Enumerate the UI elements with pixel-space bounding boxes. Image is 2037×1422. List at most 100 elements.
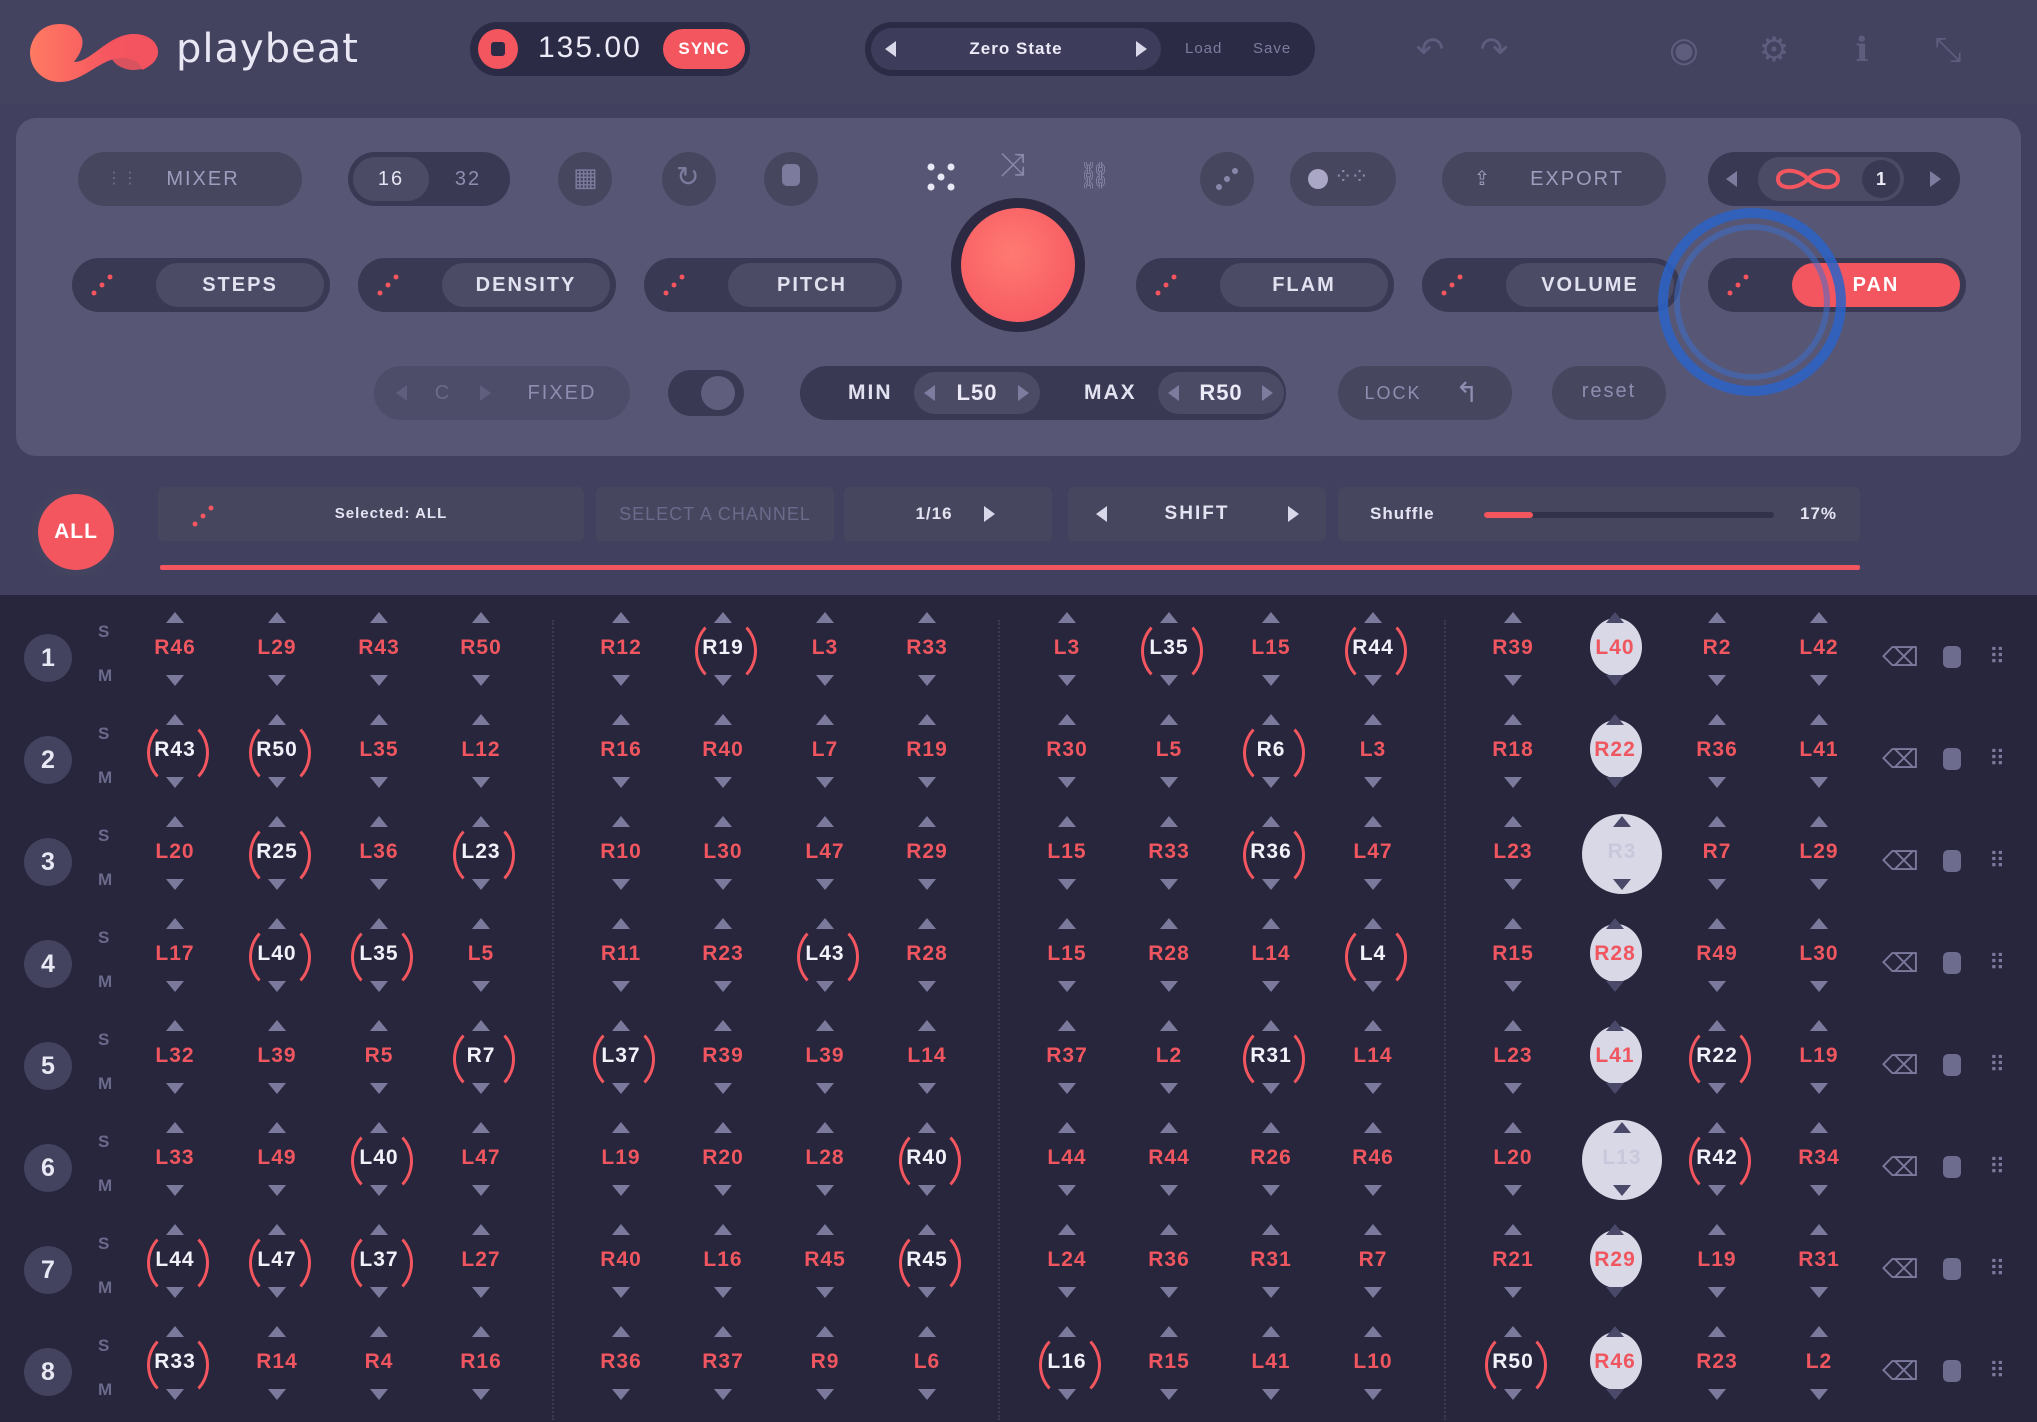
key-prev-icon[interactable]: [396, 385, 407, 401]
step-cell[interactable]: R7: [1684, 816, 1750, 918]
lock-icon[interactable]: [1943, 1258, 1961, 1280]
step-down-icon[interactable]: [1504, 1287, 1522, 1298]
step-cell[interactable]: L15: [1238, 612, 1304, 714]
randomize-icon[interactable]: [1440, 273, 1464, 297]
step-down-icon[interactable]: [1708, 1389, 1726, 1400]
step-up-icon[interactable]: [1262, 1224, 1280, 1235]
lock-icon[interactable]: [1943, 748, 1961, 770]
step-cell[interactable]: R36: [1238, 816, 1305, 918]
step-up-icon[interactable]: [1606, 1326, 1624, 1337]
eraser-icon[interactable]: ⌫: [1882, 744, 1919, 774]
step-cell[interactable]: R36: [588, 1326, 654, 1422]
step-down-icon[interactable]: [268, 777, 286, 788]
step-down-icon[interactable]: [1262, 1185, 1280, 1196]
step-cell[interactable]: L3: [1034, 612, 1100, 714]
infinity-loop-icon[interactable]: [1766, 162, 1850, 196]
step-down-icon[interactable]: [1058, 879, 1076, 890]
step-up-icon[interactable]: [1058, 1122, 1076, 1133]
step-down-icon[interactable]: [1364, 1083, 1382, 1094]
step-up-icon[interactable]: [1810, 1122, 1828, 1133]
step-up-icon[interactable]: [1708, 816, 1726, 827]
step-up-icon[interactable]: [472, 1020, 490, 1031]
lock-icon[interactable]: [1943, 1054, 1961, 1076]
mute-button[interactable]: M: [98, 1380, 112, 1400]
step-cell[interactable]: L49: [244, 1122, 310, 1224]
step-down-icon[interactable]: [1810, 1287, 1828, 1298]
step-up-icon[interactable]: [918, 816, 936, 827]
step-down-icon[interactable]: [166, 1185, 184, 1196]
step-down-icon[interactable]: [1262, 675, 1280, 686]
step-up-icon[interactable]: [1160, 816, 1178, 827]
step-cell[interactable]: L41: [1786, 714, 1852, 816]
step-down-icon[interactable]: [816, 1083, 834, 1094]
step-down-icon[interactable]: [1364, 1287, 1382, 1298]
step-cell[interactable]: R15: [1480, 918, 1546, 1020]
step-up-icon[interactable]: [714, 1224, 732, 1235]
main-randomize-button[interactable]: [961, 208, 1075, 322]
step-down-icon[interactable]: [1606, 777, 1624, 788]
step-down-icon[interactable]: [370, 675, 388, 686]
channel-number[interactable]: 1: [24, 634, 72, 682]
step-down-icon[interactable]: [918, 777, 936, 788]
step-cell[interactable]: R22: [1582, 714, 1648, 816]
step-down-icon[interactable]: [1504, 1083, 1522, 1094]
mixer-button[interactable]: ⋮⋮ MIXER: [78, 152, 302, 206]
step-up-icon[interactable]: [1262, 918, 1280, 929]
step-up-icon[interactable]: [1160, 714, 1178, 725]
step-up-icon[interactable]: [370, 918, 388, 929]
step-up-icon[interactable]: [1262, 612, 1280, 623]
step-cell[interactable]: R50: [1480, 1326, 1547, 1422]
step-cell[interactable]: R29: [1582, 1224, 1648, 1326]
mute-button[interactable]: M: [98, 972, 112, 992]
step-cell[interactable]: L6: [894, 1326, 960, 1422]
step-cell[interactable]: L14: [894, 1020, 960, 1122]
step-down-icon[interactable]: [918, 1083, 936, 1094]
step-down-icon[interactable]: [918, 879, 936, 890]
solo-button[interactable]: S: [98, 1336, 109, 1356]
save-button[interactable]: Save: [1253, 22, 1291, 76]
key-value[interactable]: C: [430, 382, 456, 405]
scatter-button[interactable]: [1200, 152, 1254, 206]
step-down-icon[interactable]: [1262, 1083, 1280, 1094]
step-cell[interactable]: L14: [1238, 918, 1304, 1020]
drag-handle-icon[interactable]: ⠿: [1982, 846, 2012, 876]
undo-icon[interactable]: ↶: [1408, 28, 1452, 72]
step-down-icon[interactable]: [1364, 675, 1382, 686]
step-down-icon[interactable]: [1504, 1389, 1522, 1400]
step-down-icon[interactable]: [714, 981, 732, 992]
step-cell[interactable]: R14: [244, 1326, 310, 1422]
step-down-icon[interactable]: [166, 777, 184, 788]
key-next-icon[interactable]: [480, 385, 491, 401]
step-up-icon[interactable]: [268, 1326, 286, 1337]
step-up-icon[interactable]: [1058, 1326, 1076, 1337]
step-cell[interactable]: L20: [142, 816, 208, 918]
step-up-icon[interactable]: [612, 1122, 630, 1133]
step-cell[interactable]: L20: [1480, 1122, 1546, 1224]
step-down-icon[interactable]: [612, 1083, 630, 1094]
step-cell[interactable]: L43: [792, 918, 859, 1020]
step-cell[interactable]: L37: [346, 1224, 413, 1326]
step-up-icon[interactable]: [1058, 918, 1076, 929]
step-down-icon[interactable]: [370, 981, 388, 992]
preset-name[interactable]: Zero State: [871, 28, 1161, 70]
step-down-icon[interactable]: [1364, 981, 1382, 992]
step-down-icon[interactable]: [1058, 1287, 1076, 1298]
solo-button[interactable]: S: [98, 826, 109, 846]
step-up-icon[interactable]: [1364, 1020, 1382, 1031]
step-cell[interactable]: L16: [1034, 1326, 1101, 1422]
step-up-icon[interactable]: [1504, 612, 1522, 623]
step-cell[interactable]: R16: [588, 714, 654, 816]
channel-number[interactable]: 4: [24, 940, 72, 988]
step-up-icon[interactable]: [472, 612, 490, 623]
step-cell[interactable]: L19: [1786, 1020, 1852, 1122]
step-up-icon[interactable]: [1364, 1224, 1382, 1235]
step-down-icon[interactable]: [1504, 1185, 1522, 1196]
step-cell[interactable]: R16: [448, 1326, 514, 1422]
step-down-icon[interactable]: [714, 1083, 732, 1094]
step-up-icon[interactable]: [612, 816, 630, 827]
step-up-icon[interactable]: [1810, 918, 1828, 929]
step-down-icon[interactable]: [612, 1185, 630, 1196]
step-cell[interactable]: R50: [244, 714, 311, 816]
step-down-icon[interactable]: [1708, 1083, 1726, 1094]
step-up-icon[interactable]: [166, 1020, 184, 1031]
